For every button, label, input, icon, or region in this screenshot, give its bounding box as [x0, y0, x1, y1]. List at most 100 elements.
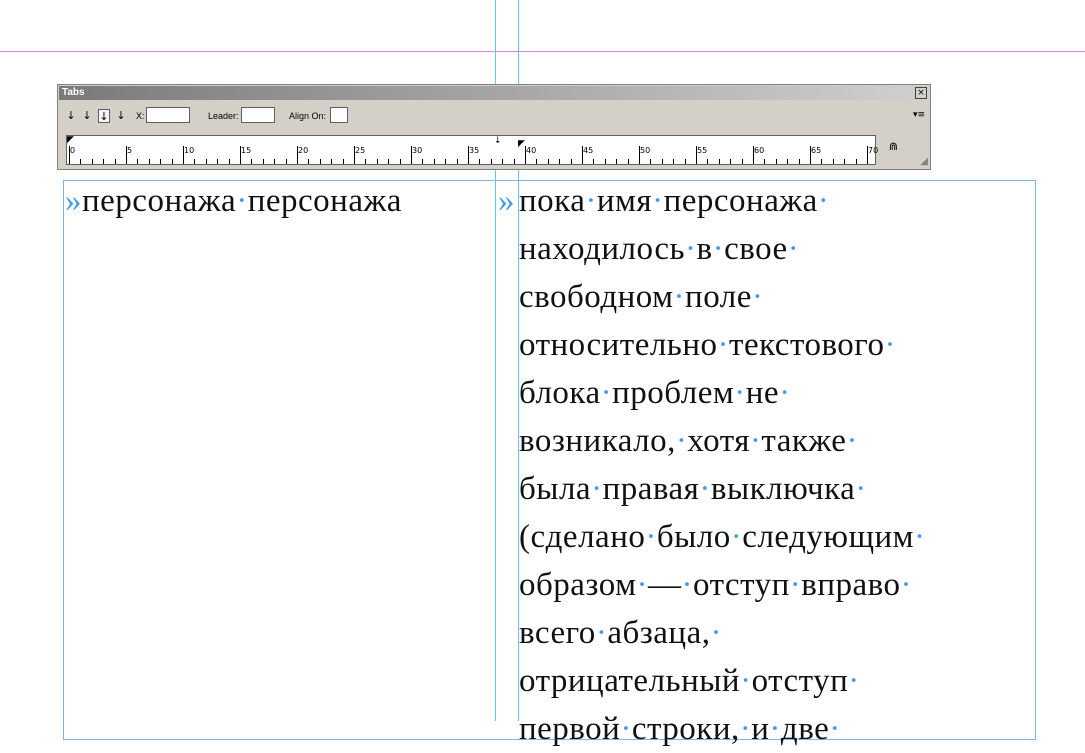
ruler-tick [559, 159, 561, 164]
text-line: образом·—·отступ·вправо· [519, 561, 912, 609]
ruler-tick [593, 159, 595, 164]
space-marker: · [730, 519, 743, 555]
word: образом [519, 567, 637, 603]
text-line: свободном·поле· [519, 273, 763, 321]
space-marker: · [585, 183, 597, 219]
indent-marker[interactable]: ◤ [67, 136, 74, 145]
panel-title: Tabs [62, 87, 85, 98]
space-marker: · [699, 471, 711, 507]
ruler-tick [741, 159, 743, 164]
ruler-tick [490, 159, 492, 164]
word: всего [519, 615, 596, 651]
space-marker: · [900, 567, 912, 603]
ruler-tick [262, 159, 264, 164]
space-marker: · [620, 711, 632, 747]
word: персонажа [82, 183, 237, 219]
ruler-label: 45 [583, 146, 594, 155]
space-marker: · [779, 375, 791, 411]
text-line: всего·абзаца,· [519, 609, 722, 657]
ruler-label: 15 [241, 146, 252, 155]
word: следующим [742, 519, 915, 555]
ruler-tick [171, 159, 173, 164]
ruler-tick [137, 159, 139, 164]
resize-grip-icon[interactable]: ◢ [920, 156, 928, 167]
space-marker: · [787, 231, 800, 267]
word: персонажа [247, 183, 402, 219]
panel-menu-icon[interactable]: ▾≡ [913, 110, 925, 120]
ruler-tick [388, 159, 390, 164]
word: и [751, 711, 770, 747]
ruler-label: 25 [355, 146, 366, 155]
ruler-tick [764, 159, 766, 164]
word: возникало, [519, 423, 676, 459]
ruler-tick [194, 159, 196, 164]
align-on-field[interactable] [330, 107, 348, 123]
ruler-tick [342, 159, 344, 164]
ruler-tick [821, 159, 823, 164]
space-marker: · [685, 231, 697, 267]
align-to-decimal-tab-button[interactable]: ↓ [115, 109, 127, 123]
word: — [648, 567, 682, 603]
position-panel-above-frame-icon[interactable]: ⋒ [889, 140, 898, 153]
ruler-tick [479, 159, 481, 164]
ruler-label: 60 [754, 146, 765, 155]
space-marker: · [600, 375, 613, 411]
word: персонажа [663, 183, 818, 219]
ruler-tick [536, 159, 538, 164]
word: строки, [631, 711, 740, 747]
ruler-label: 5 [127, 146, 133, 155]
ruler-tick [513, 159, 515, 164]
tabs-panel[interactable]: Tabs × ↓ ↓ ↓ ↓ X: Leader: Align On: ▾≡ ◤… [57, 84, 931, 170]
ruler-tick [251, 159, 253, 164]
space-marker: · [914, 519, 926, 555]
space-marker: · [829, 711, 841, 747]
panel-titlebar[interactable]: Tabs × [59, 86, 929, 100]
word: вправо [801, 567, 901, 603]
tab-character: » [65, 183, 82, 219]
right-justified-tab-button[interactable]: ↓ [98, 109, 110, 123]
space-marker: · [751, 279, 764, 315]
word: была [519, 471, 592, 507]
text-line: пока·имя·персонажа· [519, 177, 829, 225]
word: две [780, 711, 830, 747]
space-marker: · [717, 327, 730, 363]
leader-label: Leader: [208, 111, 239, 121]
ruler-tick [798, 159, 800, 164]
left-justified-tab-button[interactable]: ↓ [65, 109, 77, 123]
space-marker: · [710, 615, 722, 651]
right-column-tab: » [498, 177, 515, 225]
ruler-label: 30 [412, 146, 423, 155]
align-on-label: Align On: [289, 111, 327, 121]
space-marker: · [645, 519, 657, 555]
text-line: первой·строки,·и·две· [519, 705, 841, 753]
close-button[interactable]: × [915, 87, 927, 99]
ruler-tick [616, 159, 618, 164]
x-label: X: [136, 111, 145, 121]
space-marker: · [652, 183, 664, 219]
center-justified-tab-button[interactable]: ↓ [81, 109, 93, 123]
right-indent-marker[interactable]: ◤ [518, 140, 525, 149]
tab-ruler[interactable]: ◤ ↓ ◤ 0 5 10 15 20 25 30 35 40 45 50 55 60 65 70 [66, 135, 878, 165]
text-line: (сделано·было·следующим· [519, 513, 926, 561]
word: первой [519, 711, 621, 747]
word: проблем [612, 375, 735, 411]
ruler-tick [319, 159, 321, 164]
x-field[interactable] [146, 107, 190, 123]
ruler-tick [80, 159, 82, 164]
ruler-tick [91, 159, 93, 164]
ruler-tick [148, 159, 150, 164]
leader-field[interactable] [241, 107, 275, 123]
text-line: относительно·текстового· [519, 321, 896, 369]
tab-stop-marker[interactable]: ↓ [494, 137, 502, 146]
ruler-tick [399, 159, 401, 164]
ruler-label: 65 [811, 146, 822, 155]
ruler-label: 10 [184, 146, 195, 155]
space-marker: · [846, 423, 858, 459]
left-column-line[interactable]: »персонажа·персонажа [65, 177, 402, 225]
word: отступ [751, 663, 849, 699]
text-line: отрицательный·отступ· [519, 657, 860, 705]
ruler-tick [205, 159, 207, 164]
text-line: была·правая·выключка· [519, 465, 867, 513]
space-marker: · [734, 375, 746, 411]
ruler-tick [274, 159, 276, 164]
